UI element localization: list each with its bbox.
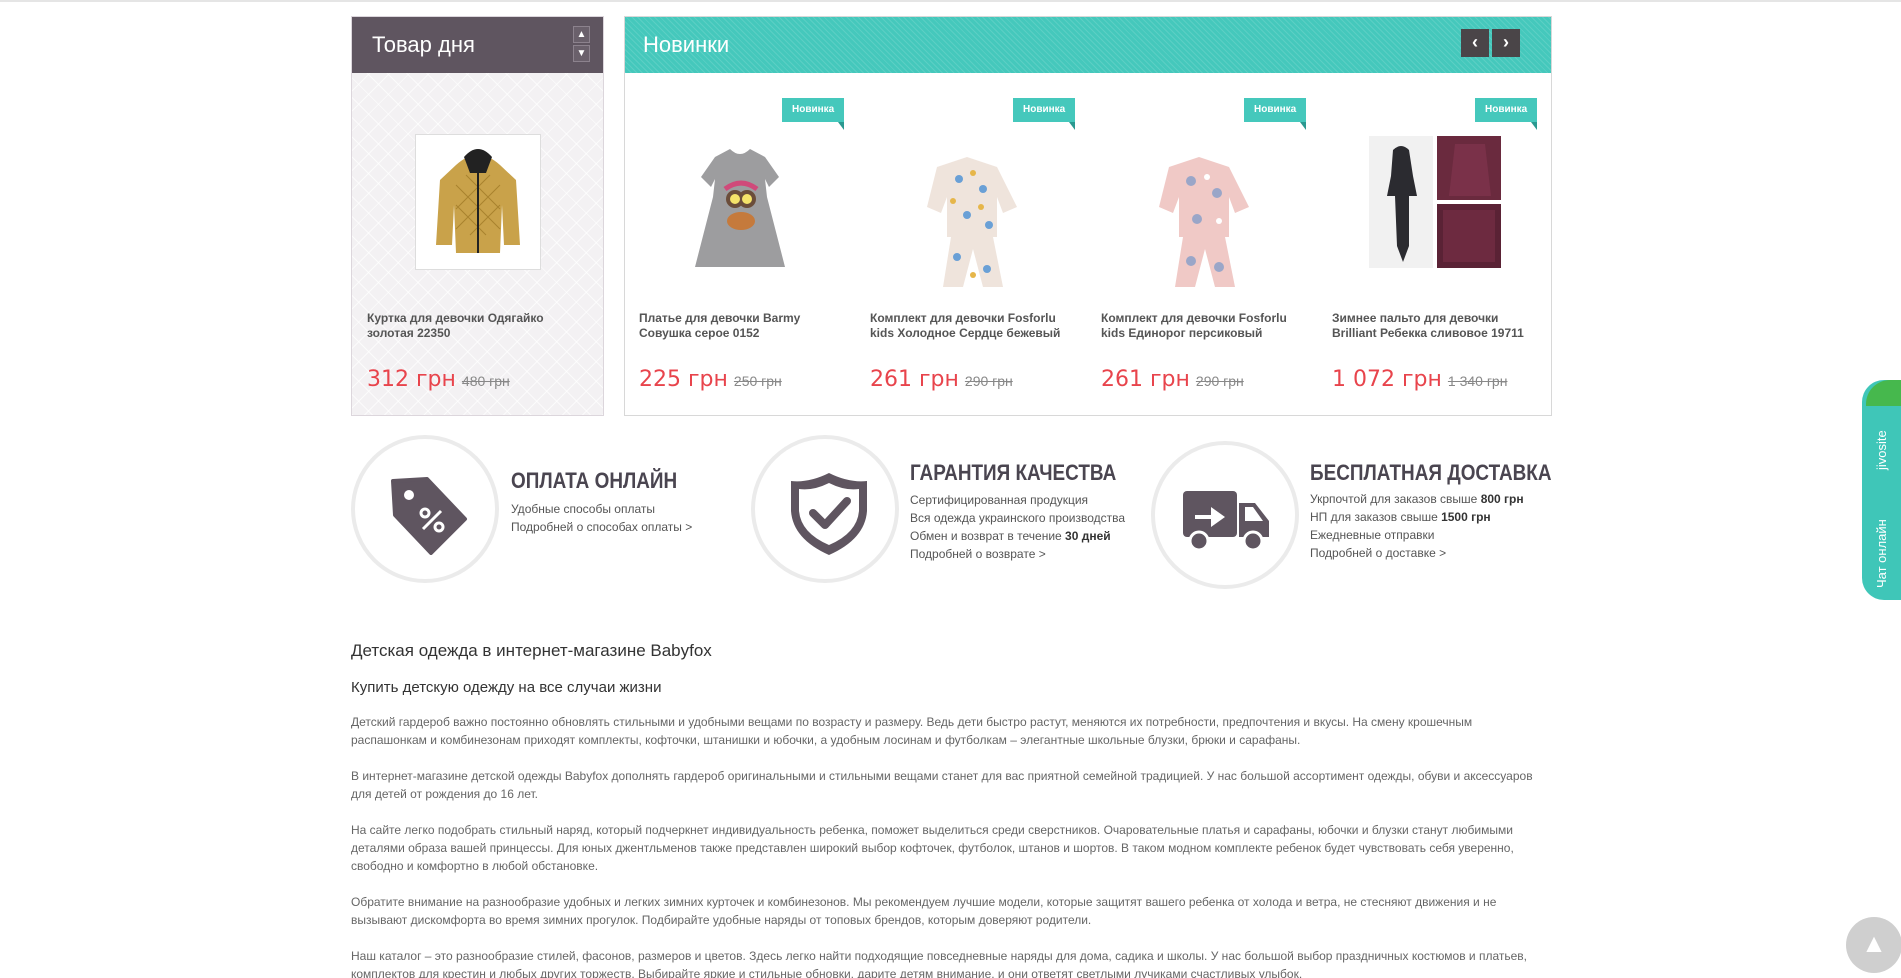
delivery-circle [1151,441,1299,589]
new-badge: Новинка [1013,98,1076,130]
product-price: 225 грн 250 грн [639,367,782,392]
seo-paragraph: Детский гардероб важно постоянно обновля… [351,715,1473,747]
delivery-title: БЕСПЛАТНАЯ ДОСТАВКА [1310,460,1552,485]
seo-paragraph: В интернет-магазине детской одежды Babyf… [351,769,1533,801]
new-badge: Новинка [782,98,845,130]
price-current: 261 грн [870,367,959,392]
quality-title: ГАРАНТИЯ КАЧЕСТВА [910,460,1117,485]
shield-check-icon [791,473,867,555]
quality-more-link[interactable]: Подробней о возврате > [910,547,1046,561]
seo-paragraph: Обратите внимание на разнообразие удобны… [351,895,1497,927]
product-image-gold-jacket[interactable] [415,134,541,270]
product-of-day-header: Товар дня ▲ ▼ [352,17,603,73]
price-current: 225 грн [639,367,728,392]
product-image-dress[interactable] [675,137,805,287]
seo-paragraph: На сайте легко подобрать стильный наряд,… [351,823,1514,873]
carousel-prev-button[interactable]: ‹ [1461,29,1489,57]
quality-text-3: Обмен и возврат в течение 30 дней [910,529,1111,543]
product-price: 261 грн 290 грн [1101,367,1244,392]
delivery-text-2: НП для заказов свыше 1500 грн [1310,510,1491,524]
product-image-set-frozen[interactable] [907,137,1037,287]
quality-text-1: Сертифицированная продукция [910,493,1089,507]
payment-title: ОПЛАТА ОНЛАЙН [511,468,678,493]
price-old: 480 грн [461,373,510,389]
seo-subheading: Купить детскую одежду на все случаи жизн… [351,679,662,696]
product-name[interactable]: Комплект для девочки Fosforlu kids Едино… [1101,311,1301,341]
product-price: 1 072 грн 1 340 грн [1332,367,1507,392]
carousel-next-button[interactable]: › [1492,29,1520,57]
product-price: 261 грн 290 грн [870,367,1013,392]
truck-icon [1183,491,1269,552]
price-tag-percent-icon [391,477,467,555]
chat-label[interactable]: Чат онлайн [1874,519,1889,588]
product-name[interactable]: Зимнее пальто для девочки Brilliant Ребе… [1332,311,1532,341]
seo-paragraph: Наш каталог – это разнообразие стилей, ф… [351,949,1527,978]
product-name[interactable]: Платье для девочки Barmy Совушка серое 0… [639,311,839,341]
delivery-text-1: Укрпочтой для заказов свыше 800 грн [1310,492,1524,506]
product-name[interactable]: Куртка для девочки Одягайко золотая 2235… [367,311,592,341]
chevron-down-icon[interactable]: ▼ [573,45,590,62]
product-of-day-title: Товар дня [372,32,475,57]
payment-text: Удобные способы оплаты [511,502,656,516]
delivery-text-3: Ежедневные отправки [1310,528,1435,542]
price-current: 1 072 грн [1332,367,1442,392]
price-old: 250 грн [733,373,782,389]
top-divider [0,0,1901,2]
quality-text-2: Вся одежда украинского производства [910,511,1126,525]
price-old: 290 грн [1195,373,1244,389]
scroll-to-top-icon[interactable]: ▲ [1846,917,1901,973]
price-old: 1 340 грн [1447,373,1508,389]
seo-heading: Детская одежда в интернет-магазине Babyf… [351,641,712,660]
chevron-up-icon[interactable]: ▲ [573,26,590,43]
delivery-more-link[interactable]: Подробней о доставке > [1310,546,1446,560]
product-price: 312 грн 480 грн [367,367,510,392]
product-of-day-block: Товар дня ▲ ▼ Куртка для девочки Одягайк… [351,16,604,416]
price-old: 290 грн [964,373,1013,389]
novelties-title: Новинки [643,32,730,57]
novelties-header: Новинки ‹ › [625,17,1551,73]
new-badge: Новинка [1475,98,1538,130]
price-current: 261 грн [1101,367,1190,392]
product-image-winter-coat[interactable] [1369,136,1501,268]
new-badge: Новинка [1244,98,1307,130]
quality-circle [751,435,899,583]
price-current: 312 грн [367,367,456,392]
payment-more-link[interactable]: Подробней о способах оплаты > [511,520,692,534]
product-name[interactable]: Комплект для девочки Fosforlu kids Холод… [870,311,1070,341]
novelties-block: Новинки ‹ › Новинка Платье для девочки B… [624,16,1552,416]
product-image-set-unicorn[interactable] [1139,137,1269,287]
chat-brand[interactable]: jivosite [1874,430,1889,470]
payment-circle [351,435,499,583]
